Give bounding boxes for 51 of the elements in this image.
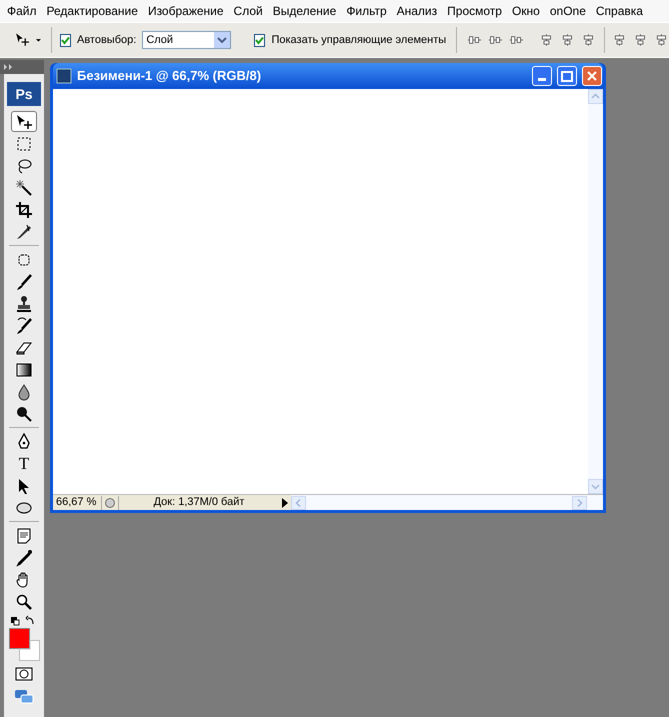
maximize-button[interactable] bbox=[557, 66, 577, 86]
menu-item[interactable]: Просмотр bbox=[442, 2, 507, 20]
check-icon bbox=[60, 36, 70, 44]
foreground-color-swatch[interactable] bbox=[9, 628, 30, 649]
zoom-level: 66,67 % bbox=[55, 495, 98, 510]
menu-item[interactable]: Слой bbox=[228, 2, 268, 20]
logo: Ps bbox=[7, 82, 41, 106]
document-size: Док: 1,37M/0 байт bbox=[152, 495, 246, 510]
history-brush-icon bbox=[15, 316, 33, 334]
auto-select-label: Автовыбор: bbox=[76, 32, 136, 48]
menu-item[interactable]: Выделение bbox=[268, 2, 342, 20]
menu-item[interactable]: Файл bbox=[2, 2, 42, 20]
check-icon bbox=[255, 36, 264, 44]
minimize-icon bbox=[538, 78, 546, 81]
note-icon bbox=[15, 526, 33, 544]
layer-dropdown[interactable]: Слой bbox=[142, 31, 231, 49]
menu-item[interactable]: Редактирование bbox=[42, 2, 143, 20]
checkbox[interactable] bbox=[60, 34, 71, 46]
align-icon[interactable] bbox=[654, 32, 669, 48]
menu-item[interactable]: Фильтр bbox=[341, 2, 392, 20]
menu-item[interactable]: onOne bbox=[544, 2, 591, 20]
menu-item[interactable]: Справка bbox=[590, 2, 648, 20]
show-controls-label: Показать управляющие элементы bbox=[271, 32, 446, 48]
eyedropper-icon bbox=[15, 548, 33, 566]
menu-item[interactable]: Окно bbox=[506, 2, 545, 20]
minimize-button[interactable] bbox=[532, 66, 552, 86]
tool-button[interactable]: T bbox=[11, 453, 37, 474]
maximize-icon bbox=[561, 70, 573, 82]
background-color-swatch[interactable] bbox=[19, 640, 40, 661]
tool-button[interactable] bbox=[11, 111, 37, 132]
zoom-icon bbox=[15, 592, 33, 610]
close-icon bbox=[586, 70, 598, 82]
quick-mask-icon[interactable] bbox=[15, 667, 33, 681]
checkbox[interactable] bbox=[254, 34, 266, 46]
magic-wand-icon bbox=[15, 178, 33, 196]
dodge-icon bbox=[15, 404, 33, 422]
marquee-icon bbox=[15, 134, 33, 152]
brush-icon bbox=[15, 272, 33, 290]
status-icon[interactable] bbox=[101, 496, 119, 510]
close-button[interactable] bbox=[582, 66, 602, 86]
document-title: Безимени-1 @ 66,7% (RGB/8) bbox=[77, 67, 262, 86]
move-icon bbox=[15, 112, 33, 130]
document-icon bbox=[56, 68, 72, 84]
collapse-icon[interactable] bbox=[4, 64, 14, 70]
menu-item[interactable]: Изображение bbox=[142, 2, 229, 20]
menu-item[interactable]: Анализ bbox=[392, 2, 442, 20]
screen-mode-icon[interactable] bbox=[13, 688, 35, 706]
stamp-icon bbox=[15, 294, 33, 312]
crop-icon bbox=[15, 200, 33, 218]
gradient-icon bbox=[15, 360, 33, 378]
knife-icon bbox=[15, 222, 33, 240]
